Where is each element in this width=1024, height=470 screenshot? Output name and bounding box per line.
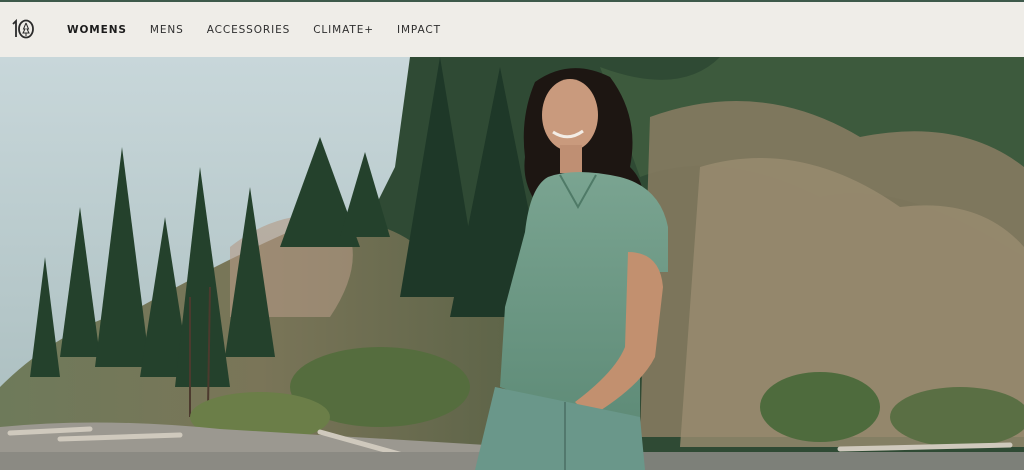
- hero-banner[interactable]: [0, 57, 1024, 470]
- main-navigation: WOMENS MENS ACCESSORIES CLIMATE+ IMPACT: [0, 2, 1024, 57]
- nav-item-mens[interactable]: MENS: [150, 24, 184, 36]
- nav-item-climate[interactable]: CLIMATE+: [313, 24, 374, 36]
- nav-item-impact[interactable]: IMPACT: [397, 24, 441, 36]
- hero-photo-woman-on-beach: [0, 57, 1024, 470]
- tree-logo-icon: [12, 18, 34, 39]
- nav-item-womens[interactable]: WOMENS: [67, 24, 127, 36]
- primary-menu: WOMENS MENS ACCESSORIES CLIMATE+ IMPACT: [67, 2, 464, 57]
- nav-item-accessories[interactable]: ACCESSORIES: [207, 24, 290, 36]
- brand-logo[interactable]: [10, 18, 36, 40]
